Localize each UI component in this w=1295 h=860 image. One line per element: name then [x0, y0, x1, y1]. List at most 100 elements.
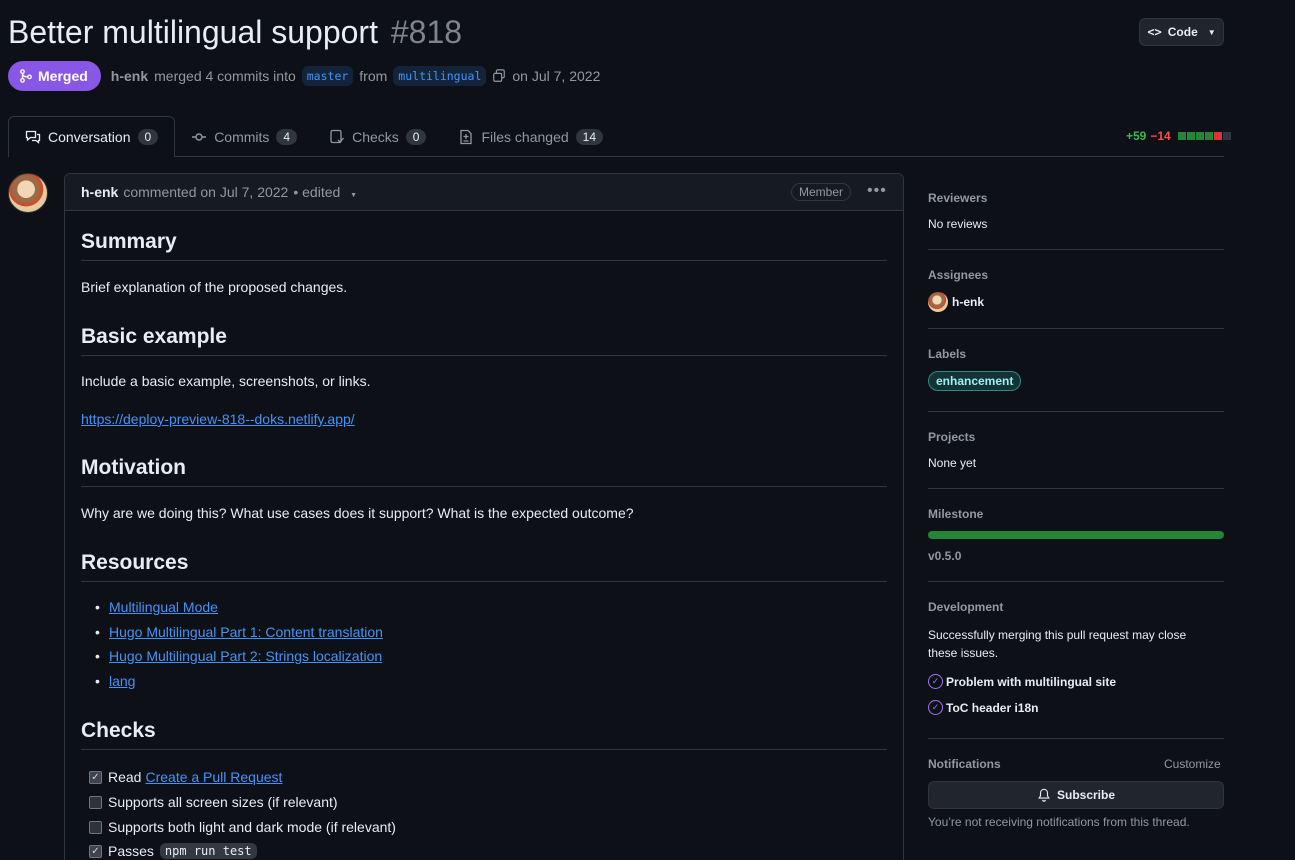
code-button-label: Code [1167, 25, 1198, 39]
inline-code: npm run test [159, 843, 257, 859]
tab-conversation[interactable]: Conversation 0 [8, 116, 176, 157]
diffstat-deletions: −14 [1150, 129, 1171, 143]
head-branch[interactable]: multilingual [393, 66, 487, 86]
assignee-item[interactable]: h-enk [928, 292, 1224, 312]
task-text: Read [108, 769, 142, 785]
heading-summary: Summary [81, 230, 887, 261]
caret-down-icon: ▼ [350, 192, 358, 199]
notification-status: You’re not receiving notifications from … [928, 815, 1190, 829]
tab-files-changed[interactable]: Files changed 14 [442, 117, 619, 157]
avatar [928, 292, 948, 312]
tab-counter: 0 [137, 129, 159, 145]
resource-link[interactable]: Hugo Multilingual Part 2: Strings locali… [95, 648, 382, 664]
linked-issue-title: ToC header i18n [946, 700, 1039, 715]
tab-label: Commits [214, 129, 270, 145]
issue-closed-icon: ✓ [928, 700, 943, 715]
subscribe-label: Subscribe [1056, 788, 1116, 802]
issue-closed-icon: ✓ [928, 674, 943, 689]
pr-tabs: Conversation 0 Commits 4 Checks 0 Files … [8, 116, 619, 157]
commit-icon [192, 133, 207, 141]
linked-issue-title: Problem with multilingual site [946, 674, 1117, 689]
labels-list: enhancement [928, 371, 1224, 391]
sidebar-divider [928, 249, 1224, 250]
copy-icon[interactable] [492, 69, 506, 83]
assignee-name: h-enk [952, 295, 985, 309]
comment-header: h-enk commented on Jul 7, 2022 • edited … [65, 174, 903, 211]
file-diff-icon [460, 129, 473, 145]
resource-link[interactable]: lang [95, 673, 136, 689]
diffstat-bar [1177, 132, 1231, 140]
base-branch[interactable]: master [301, 66, 354, 86]
motivation-text: Why are we doing this? What use cases do… [81, 505, 634, 521]
milestone-progress-bar [928, 531, 1224, 539]
sidebar-projects-heading[interactable]: Projects [928, 430, 1224, 444]
linked-issue[interactable]: ✓ Problem with multilingual site [928, 674, 1224, 689]
checkbox-checked[interactable]: ✓ [89, 770, 102, 784]
edited-dropdown[interactable]: • edited ▼ [293, 184, 357, 200]
sidebar-assignees-heading[interactable]: Assignees [928, 268, 1224, 282]
heading-motivation: Motivation [81, 456, 887, 487]
tab-counter: 0 [405, 129, 427, 145]
sidebar-milestone-heading[interactable]: Milestone [928, 507, 1224, 521]
pr-number: #818 [390, 14, 463, 50]
task-text: Supports both light and dark mode (if re… [108, 819, 396, 835]
diffstat-box-add [1195, 132, 1204, 140]
subscribe-button[interactable]: Subscribe [928, 781, 1224, 809]
pr-description-comment: h-enk commented on Jul 7, 2022 • edited … [64, 173, 904, 860]
checkbox-unchecked[interactable] [89, 820, 102, 834]
resource-link[interactable]: Multilingual Mode [95, 599, 218, 615]
comment-author[interactable]: h-enk [81, 184, 118, 200]
checkbox-unchecked[interactable] [89, 795, 102, 809]
tab-label: Files changed [481, 129, 569, 145]
diffstat-box-add [1204, 132, 1213, 140]
tab-label: Checks [352, 129, 399, 145]
tab-counter: 14 [575, 129, 604, 145]
heading-resources: Resources [81, 551, 887, 582]
diffstat-box-add [1186, 132, 1195, 140]
milestone-link[interactable]: v0.5.0 [928, 549, 1224, 563]
code-button[interactable]: <> Code ▼ [1139, 18, 1224, 46]
task-item: Supports all screen sizes (if relevant) [89, 794, 338, 810]
git-merge-icon [20, 69, 32, 83]
sidebar-reviewers-value: No reviews [928, 217, 988, 231]
tab-counter: 4 [276, 129, 298, 145]
summary-text: Brief explanation of the proposed change… [81, 279, 348, 295]
tab-commits[interactable]: Commits 4 [175, 117, 313, 157]
pr-title: Better multilingual support [8, 14, 378, 50]
comment-meta[interactable]: commented on Jul 7, 2022 [123, 184, 288, 200]
task-text: Passes [108, 843, 154, 859]
sidebar-divider [928, 738, 1224, 739]
sidebar-labels-heading[interactable]: Labels [928, 347, 1224, 361]
sidebar-development-heading[interactable]: Development [928, 600, 1224, 614]
linked-issue[interactable]: ✓ ToC header i18n [928, 700, 1224, 715]
tab-checks[interactable]: Checks 0 [313, 117, 442, 157]
pr-meta: Merged h-enk merged 4 commits into maste… [8, 61, 600, 91]
edited-label: • edited [293, 184, 341, 200]
diffstat: +59 −14 [1126, 129, 1231, 143]
label-enhancement[interactable]: enhancement [928, 371, 1022, 391]
heading-basic-example: Basic example [81, 325, 887, 356]
sidebar-reviewers-heading[interactable]: Reviewers [928, 191, 1224, 205]
resource-link[interactable]: Hugo Multilingual Part 1: Content transl… [95, 624, 383, 640]
author-link[interactable]: h-enk [111, 68, 148, 84]
checkbox-checked[interactable]: ✓ [89, 844, 102, 858]
code-icon: <> [1147, 25, 1162, 39]
checklist-icon [330, 129, 345, 144]
development-text: Successfully merging this pull request m… [928, 628, 1187, 660]
merged-label: Merged [38, 68, 88, 84]
page-title: Better multilingual support #818 [8, 14, 462, 51]
avatar[interactable] [8, 173, 48, 213]
deploy-preview-link[interactable]: https://deploy-preview-818--doks.netlify… [81, 411, 355, 427]
merged-state-badge: Merged [8, 61, 101, 91]
create-pull-request-link[interactable]: Create a Pull Request [145, 769, 282, 785]
tab-label: Conversation [48, 129, 131, 145]
diffstat-box-neutral [1222, 132, 1231, 140]
task-text: Supports all screen sizes (if relevant) [108, 794, 338, 810]
merged-text: merged 4 commits into [154, 68, 296, 84]
customize-link[interactable]: Customize [1164, 757, 1221, 771]
merge-date: on Jul 7, 2022 [512, 68, 601, 84]
sidebar-divider [928, 328, 1224, 329]
kebab-horizontal-icon[interactable]: ••• [867, 182, 887, 200]
example-text: Include a basic example, screenshots, or… [81, 373, 371, 389]
sidebar-divider [928, 411, 1224, 412]
